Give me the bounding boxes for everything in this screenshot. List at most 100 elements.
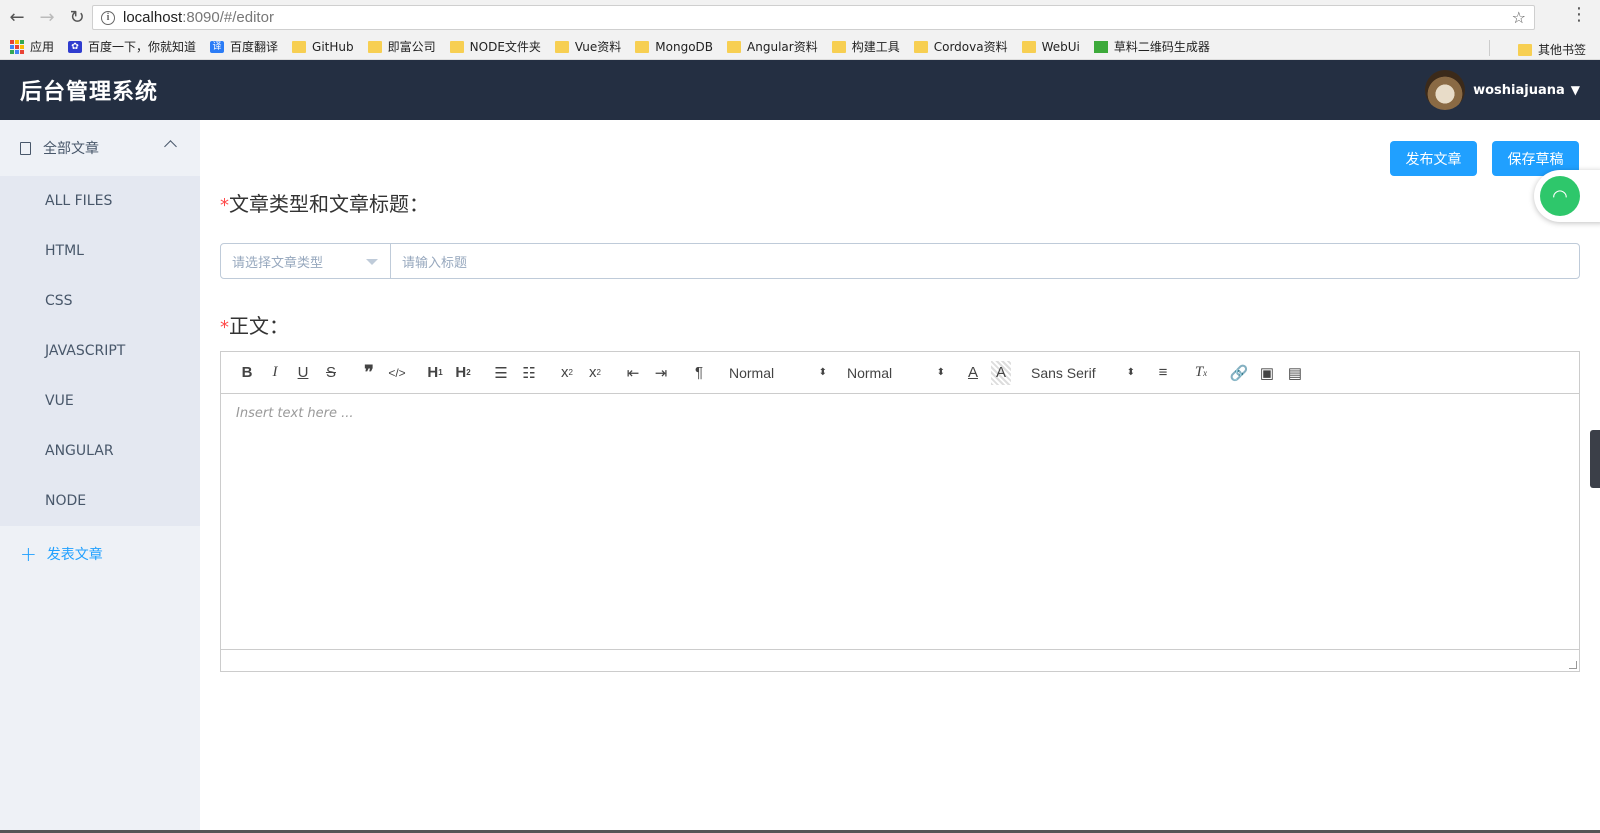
bookmark-github[interactable]: GitHub <box>292 40 354 54</box>
text-direction-icon[interactable]: ¶ <box>685 361 713 385</box>
bookmark-star-icon[interactable]: ☆ <box>1512 8 1526 27</box>
link-icon[interactable]: 🔗 <box>1225 361 1253 385</box>
info-icon[interactable]: i <box>101 10 115 25</box>
bookmarks-bar: 应用 ✿ 百度一下，你就知道 译 百度翻译 GitHub 即富公司 NODE文件… <box>0 34 1600 60</box>
resize-handle[interactable] <box>1569 661 1577 669</box>
align-icon[interactable]: ≡ <box>1149 361 1177 385</box>
bookmark-baidu-translate[interactable]: 译 百度翻译 <box>210 38 278 55</box>
title-placeholder: 请输入标题 <box>402 255 468 271</box>
font-select[interactable]: Sans Serif ⬍ <box>1025 365 1135 381</box>
header1-icon[interactable]: H1 <box>421 361 449 385</box>
code-block-icon[interactable]: </> <box>383 361 411 385</box>
avatar[interactable] <box>1425 70 1466 110</box>
bookmark-angular[interactable]: Angular资料 <box>727 38 818 55</box>
clear-format-icon[interactable]: Tx <box>1187 361 1215 385</box>
article-type-placeholder: 请选择文章类型 <box>232 255 324 271</box>
floating-network-widget[interactable]: ◠ <box>1534 170 1600 222</box>
username[interactable]: woshiajuana <box>1473 83 1565 98</box>
bookmark-baidu[interactable]: ✿ 百度一下，你就知道 <box>68 38 196 55</box>
side-drawer-handle[interactable] <box>1590 430 1600 488</box>
rich-text-editor: B I U S ❞ </> H1 H2 ☰ ☷ x2 x2 ⇤ ⇥ ¶ Norm… <box>220 351 1580 672</box>
forward-arrow-icon[interactable]: → <box>34 4 60 30</box>
browser-menu-icon[interactable]: ⋮ <box>1570 6 1588 24</box>
blockquote-icon[interactable]: ❞ <box>355 361 383 385</box>
image-icon[interactable]: ▣ <box>1253 361 1281 385</box>
italic-icon[interactable]: I <box>261 361 289 385</box>
text-color-icon[interactable]: A <box>959 361 987 385</box>
editor-placeholder: Insert text here ... <box>236 406 354 421</box>
bookmark-qrcode[interactable]: 草料二维码生成器 <box>1093 38 1210 55</box>
publish-article-label: 发表文章 <box>46 547 103 563</box>
outdent-icon[interactable]: ⇤ <box>619 361 647 385</box>
folder-icon <box>367 40 382 53</box>
sidebar-item-all-files[interactable]: ALL FILES <box>0 176 200 226</box>
header-select-value: Normal <box>729 364 775 381</box>
bold-icon[interactable]: B <box>233 361 261 385</box>
back-arrow-icon[interactable]: ← <box>4 4 30 30</box>
document-icon <box>20 141 31 155</box>
header2-icon[interactable]: H2 <box>449 361 477 385</box>
updown-arrow-icon: ⬍ <box>1126 366 1135 378</box>
header-select[interactable]: Normal ⬍ <box>723 365 827 381</box>
body-label: *正文： <box>220 314 289 338</box>
bullet-list-icon[interactable]: ☷ <box>515 361 543 385</box>
editor-content[interactable]: Insert text here ... <box>221 394 1579 650</box>
underline-icon[interactable]: U <box>289 361 317 385</box>
folder-icon <box>913 40 928 53</box>
size-select[interactable]: Normal ⬍ <box>841 365 945 381</box>
url-text: localhost:8090/#/editor <box>123 9 274 26</box>
browser-address-row: ← → ↻ i localhost:8090/#/editor ☆ ⋮ <box>0 0 1600 34</box>
ordered-list-icon[interactable]: ☰ <box>487 361 515 385</box>
app-header: 后台管理系统 woshiajuana ▼ <box>0 60 1600 120</box>
updown-arrow-icon: ⬍ <box>818 366 827 378</box>
bookmark-jifu[interactable]: 即富公司 <box>367 38 436 55</box>
bookmark-build-tools[interactable]: 构建工具 <box>831 38 900 55</box>
bookmark-cordova[interactable]: Cordova资料 <box>913 38 1008 55</box>
indent-icon[interactable]: ⇥ <box>647 361 675 385</box>
sidebar-item-vue[interactable]: VUE <box>0 376 200 426</box>
subscript-icon[interactable]: x2 <box>553 361 581 385</box>
sidebar-item-javascript[interactable]: JAVASCRIPT <box>0 326 200 376</box>
dropdown-arrow-icon[interactable] <box>366 259 378 265</box>
video-icon[interactable]: ▤ <box>1281 361 1309 385</box>
bookmark-mongodb[interactable]: MongoDB <box>635 40 713 54</box>
sidebar-menu-all-articles[interactable]: 全部文章 <box>0 120 200 176</box>
publish-button[interactable]: 发布文章 <box>1390 141 1477 176</box>
bookmark-node[interactable]: NODE文件夹 <box>449 38 541 55</box>
updown-arrow-icon: ⬍ <box>936 366 945 378</box>
superscript-icon[interactable]: x2 <box>581 361 609 385</box>
baidu-icon: ✿ <box>68 40 83 53</box>
required-mark: * <box>220 317 229 338</box>
folder-icon <box>449 40 464 53</box>
type-title-label: *文章类型和文章标题： <box>220 192 429 216</box>
bookmark-vue[interactable]: Vue资料 <box>554 38 621 55</box>
strike-icon[interactable]: S <box>317 361 345 385</box>
bookmark-apps[interactable]: 应用 <box>10 38 54 55</box>
wifi-icon[interactable]: ◠ <box>1540 176 1580 216</box>
background-color-icon[interactable]: A <box>991 360 1011 385</box>
editor-toolbar: B I U S ❞ </> H1 H2 ☰ ☷ x2 x2 ⇤ ⇥ ¶ Norm… <box>221 352 1579 394</box>
qrcode-icon <box>1093 40 1108 53</box>
sidebar-publish-article[interactable]: + 发表文章 <box>0 526 200 582</box>
sidebar-item-angular[interactable]: ANGULAR <box>0 426 200 476</box>
folder-icon <box>727 40 742 53</box>
chevron-up-icon[interactable] <box>164 140 177 153</box>
sidebar-menu-label: 全部文章 <box>43 141 99 157</box>
folder-icon <box>1517 43 1532 56</box>
title-input[interactable]: 请输入标题 <box>391 244 1579 278</box>
sidebar-item-css[interactable]: CSS <box>0 276 200 326</box>
folder-icon <box>1021 40 1036 53</box>
folder-icon <box>554 40 569 53</box>
url-bar[interactable]: i localhost:8090/#/editor ☆ <box>92 5 1535 30</box>
bookmark-separator <box>1489 40 1490 56</box>
article-type-select[interactable]: 请选择文章类型 <box>221 244 391 278</box>
size-select-value: Normal <box>847 364 893 381</box>
sidebar-item-node[interactable]: NODE <box>0 476 200 526</box>
reload-icon[interactable]: ↻ <box>64 4 90 30</box>
bookmark-webui[interactable]: WebUi <box>1021 40 1080 54</box>
sidebar: 全部文章 ALL FILES HTML CSS JAVASCRIPT VUE A… <box>0 120 200 833</box>
sidebar-item-html[interactable]: HTML <box>0 226 200 276</box>
user-menu[interactable]: woshiajuana ▼ <box>1425 70 1580 110</box>
bookmark-other[interactable]: 其他书签 <box>1517 41 1586 58</box>
caret-down-icon[interactable]: ▼ <box>1571 83 1580 97</box>
